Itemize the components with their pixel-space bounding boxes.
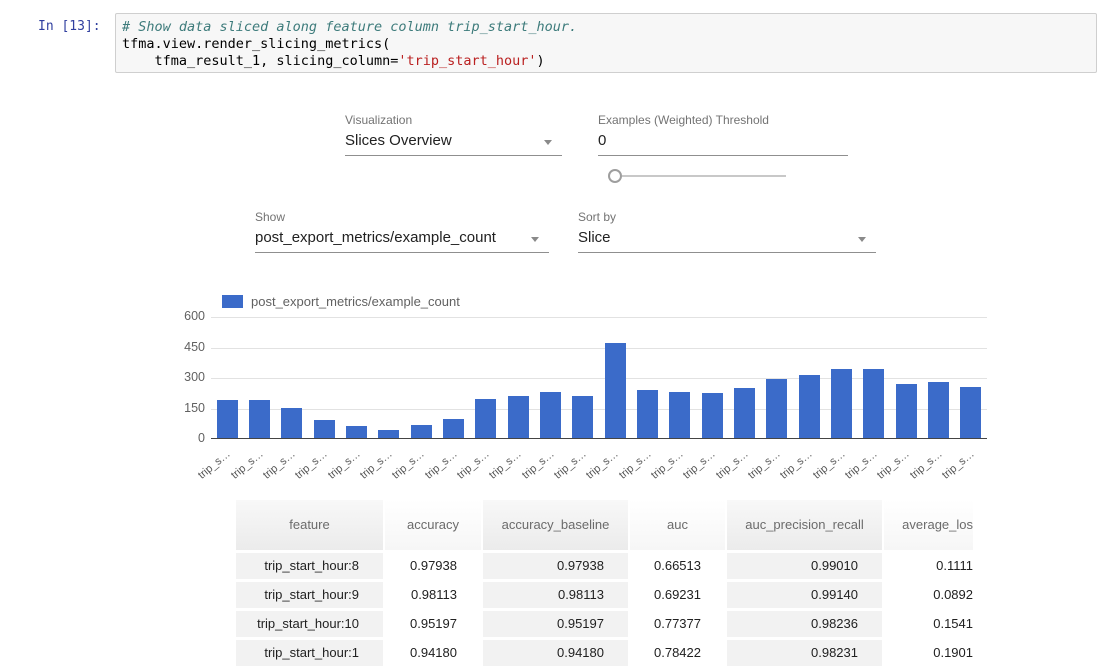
- bar[interactable]: [831, 369, 852, 438]
- bar[interactable]: [249, 400, 270, 438]
- bar[interactable]: [475, 399, 496, 438]
- bar[interactable]: [508, 396, 529, 438]
- metric-cell: 0.98231: [727, 640, 884, 666]
- table-header-row: featureaccuracyaccuracy_baselineaucauc_p…: [236, 500, 973, 550]
- bar[interactable]: [346, 426, 367, 438]
- legend-label: post_export_metrics/example_count: [251, 294, 460, 309]
- show-metric-dropdown[interactable]: post_export_metrics/example_count: [255, 227, 549, 253]
- column-header[interactable]: feature: [236, 500, 385, 550]
- bar[interactable]: [766, 379, 787, 438]
- metric-cell: 0.98236: [727, 611, 884, 637]
- chevron-down-icon: [544, 140, 552, 145]
- feature-cell: trip_start_hour:1: [236, 640, 385, 666]
- table-row[interactable]: trip_start_hour:80.979380.979380.665130.…: [236, 553, 973, 579]
- visualization-label: Visualization: [345, 113, 412, 127]
- metric-cell: 0.97938: [483, 553, 630, 579]
- metric-cell: 0.94180: [385, 640, 483, 666]
- metric-cell: 0.0892: [884, 582, 973, 608]
- bar[interactable]: [734, 388, 755, 438]
- x-axis-baseline: [211, 438, 987, 439]
- code-line-2: tfma.view.render_slicing_metrics(: [122, 36, 1090, 53]
- bar[interactable]: [411, 425, 432, 438]
- feature-cell: trip_start_hour:8: [236, 553, 385, 579]
- metric-cell: 0.1541: [884, 611, 973, 637]
- code-comment-line: # Show data sliced along feature column …: [122, 19, 1090, 36]
- bar[interactable]: [960, 387, 981, 438]
- visualization-dropdown[interactable]: Slices Overview: [345, 130, 562, 156]
- bar[interactable]: [572, 396, 593, 438]
- y-tick-label: 450: [150, 340, 205, 354]
- metric-cell: 0.69231: [630, 582, 727, 608]
- y-tick-label: 0: [150, 431, 205, 445]
- metric-cell: 0.1111: [884, 553, 973, 579]
- x-axis-labels: trip_s…trip_s…trip_s…trip_s…trip_s…trip_…: [211, 448, 987, 488]
- bar[interactable]: [637, 390, 658, 438]
- bar[interactable]: [863, 369, 884, 438]
- sort-by-dropdown[interactable]: Slice: [578, 227, 876, 253]
- y-tick-label: 600: [150, 309, 205, 323]
- bar[interactable]: [669, 392, 690, 438]
- column-header[interactable]: auc_precision_recall: [727, 500, 884, 550]
- threshold-label: Examples (Weighted) Threshold: [598, 113, 769, 127]
- bar[interactable]: [928, 382, 949, 438]
- metric-cell: 0.95197: [483, 611, 630, 637]
- code-line-3: tfma_result_1, slicing_column='trip_star…: [122, 53, 1090, 70]
- metric-cell: 0.1901: [884, 640, 973, 666]
- chevron-down-icon: [858, 237, 866, 242]
- legend-swatch: [222, 295, 243, 308]
- gridline: [211, 317, 987, 318]
- threshold-slider-handle[interactable]: [608, 169, 622, 183]
- metric-cell: 0.97938: [385, 553, 483, 579]
- table-row[interactable]: trip_start_hour:100.951970.951970.773770…: [236, 611, 973, 637]
- y-tick-label: 300: [150, 370, 205, 384]
- metric-cell: 0.77377: [630, 611, 727, 637]
- cell-prompt: In [13]:: [38, 19, 101, 34]
- metric-cell: 0.78422: [630, 640, 727, 666]
- feature-cell: trip_start_hour:10: [236, 611, 385, 637]
- chevron-down-icon: [531, 237, 539, 242]
- sort-by-label: Sort by: [578, 210, 616, 224]
- table-row[interactable]: trip_start_hour:90.981130.981130.692310.…: [236, 582, 973, 608]
- metric-cell: 0.98113: [385, 582, 483, 608]
- threshold-slider-track[interactable]: [622, 175, 786, 177]
- metric-cell: 0.66513: [630, 553, 727, 579]
- metrics-table: featureaccuracyaccuracy_baselineaucauc_p…: [236, 500, 973, 668]
- bar[interactable]: [281, 408, 302, 438]
- bar[interactable]: [702, 393, 723, 438]
- metric-cell: 0.95197: [385, 611, 483, 637]
- column-header[interactable]: accuracy_baseline: [483, 500, 630, 550]
- bar[interactable]: [314, 420, 335, 438]
- feature-cell: trip_start_hour:9: [236, 582, 385, 608]
- gridline: [211, 348, 987, 349]
- column-header[interactable]: accuracy: [385, 500, 483, 550]
- metric-cell: 0.99140: [727, 582, 884, 608]
- bar[interactable]: [378, 430, 399, 438]
- bar[interactable]: [605, 343, 626, 438]
- show-label: Show: [255, 210, 285, 224]
- bar[interactable]: [799, 375, 820, 438]
- metric-cell: 0.98113: [483, 582, 630, 608]
- column-header[interactable]: average_los: [884, 500, 973, 550]
- bar[interactable]: [443, 419, 464, 438]
- bar[interactable]: [896, 384, 917, 438]
- column-header[interactable]: auc: [630, 500, 727, 550]
- bar-chart-plot: [211, 317, 987, 439]
- metric-cell: 0.94180: [483, 640, 630, 666]
- bar[interactable]: [217, 400, 238, 438]
- bar[interactable]: [540, 392, 561, 438]
- threshold-input[interactable]: 0: [598, 130, 848, 156]
- table-row[interactable]: trip_start_hour:10.941800.941800.784220.…: [236, 640, 973, 666]
- y-tick-label: 150: [150, 401, 205, 415]
- metric-cell: 0.99010: [727, 553, 884, 579]
- code-editor[interactable]: # Show data sliced along feature column …: [115, 13, 1097, 73]
